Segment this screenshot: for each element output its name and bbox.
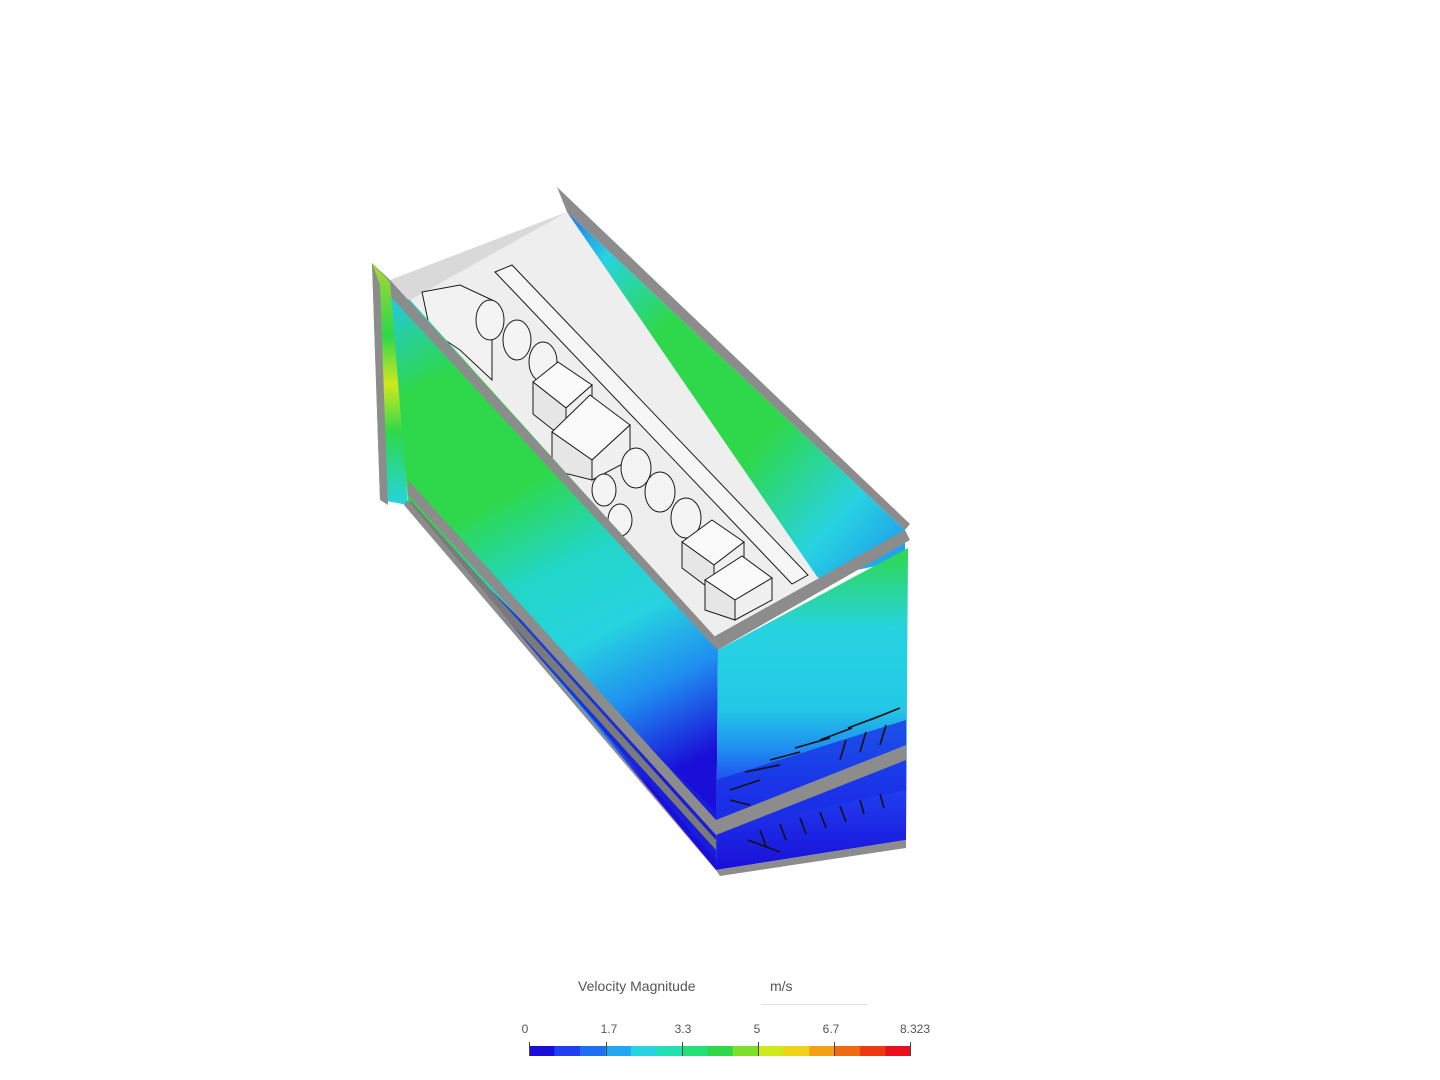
colorbar-swatch — [796, 1046, 810, 1056]
legend-colorbar — [529, 1046, 911, 1056]
legend-tick-label: 3.3 — [674, 1022, 692, 1036]
colorbar-swatch — [643, 1046, 657, 1056]
colorbar-swatch — [860, 1046, 874, 1056]
colorbar-swatch — [745, 1046, 759, 1056]
legend-title: Velocity Magnitude — [578, 978, 696, 994]
legend-tick-mark — [682, 1042, 683, 1056]
legend-tick-label: 6.7 — [822, 1022, 840, 1036]
color-legend: Velocity Magnitude m/s 0 1.7 3.3 5 6.7 8… — [520, 970, 950, 1070]
colorbar-swatch — [618, 1046, 632, 1056]
legend-tick-mark — [758, 1042, 759, 1056]
colorbar-swatch — [885, 1046, 899, 1056]
colorbar-swatch — [770, 1046, 785, 1056]
colorbar-swatch — [630, 1046, 645, 1056]
colorbar-swatch — [707, 1046, 721, 1056]
colorbar-swatch — [605, 1046, 619, 1056]
colorbar-swatch — [592, 1046, 606, 1056]
capacitor-cylinder — [591, 473, 617, 507]
capacitor-cylinder — [502, 319, 532, 361]
colorbar-swatch — [758, 1046, 772, 1056]
colorbar-swatch — [872, 1046, 887, 1056]
colorbar-swatch — [783, 1046, 797, 1056]
legend-tick-mark — [606, 1042, 607, 1056]
colorbar-swatch — [656, 1046, 670, 1056]
legend-tick-label: 1.7 — [600, 1022, 618, 1036]
legend-tick-mark — [529, 1042, 530, 1056]
3d-viewport[interactable] — [0, 0, 1440, 1080]
colorbar-swatch — [694, 1046, 708, 1056]
colorbar-swatch — [554, 1046, 568, 1056]
colorbar-swatch — [579, 1046, 594, 1056]
colorbar-swatch — [847, 1046, 861, 1056]
legend-unit: m/s — [770, 978, 793, 994]
colorbar-swatch — [732, 1046, 746, 1056]
colorbar-swatch — [541, 1046, 555, 1056]
colorbar-swatch — [567, 1046, 581, 1056]
legend-tick-label: 8.323 — [899, 1022, 931, 1036]
colorbar-swatch — [834, 1046, 848, 1056]
capacitor-cylinder — [644, 471, 676, 513]
capacitor-cylinder — [475, 299, 505, 341]
legend-tick-label: 0 — [521, 1022, 529, 1036]
colorbar-swatch — [669, 1046, 683, 1056]
legend-tick-mark — [834, 1042, 835, 1056]
legend-tick-mark — [910, 1042, 911, 1056]
colorbar-swatch — [720, 1046, 734, 1056]
colorbar-swatch — [529, 1046, 543, 1056]
colorbar-swatch — [681, 1046, 696, 1056]
legend-unit-underline — [762, 1004, 868, 1005]
legend-tick-label: 5 — [753, 1022, 761, 1036]
colorbar-swatch — [809, 1046, 823, 1056]
